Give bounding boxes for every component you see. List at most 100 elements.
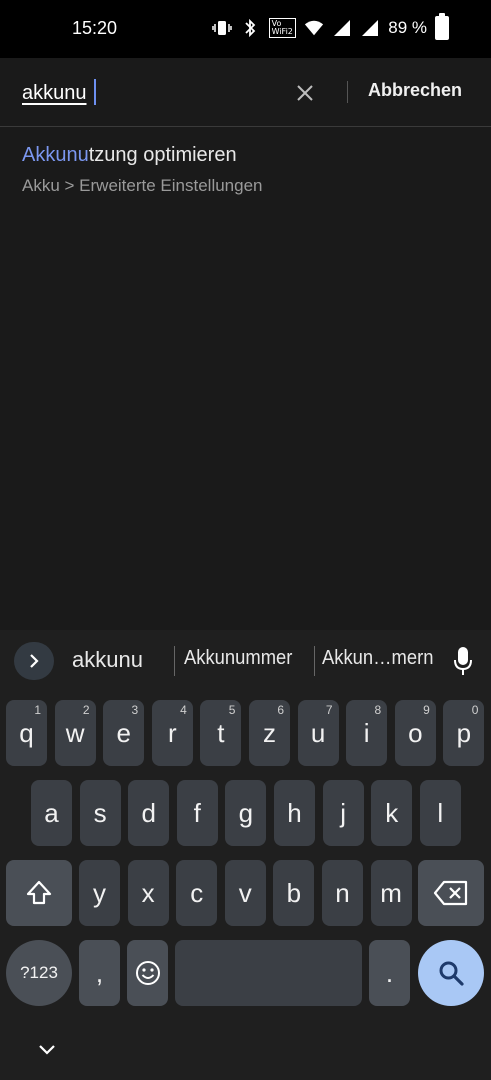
key-hint: 2 xyxy=(82,703,90,717)
suggestion-3[interactable]: Akkun…mern xyxy=(322,647,433,670)
key-c[interactable]: c xyxy=(176,860,218,926)
key-m[interactable]: m xyxy=(370,860,412,926)
key-label: k xyxy=(385,797,399,828)
voice-input-button[interactable] xyxy=(449,644,477,678)
battery-icon xyxy=(435,13,449,40)
key-label: x xyxy=(141,877,155,908)
key-n[interactable]: n xyxy=(322,860,363,926)
microphone-icon xyxy=(454,647,472,675)
shift-key[interactable] xyxy=(6,860,72,926)
result-title-highlight: Akkunu xyxy=(22,144,89,166)
battery-percent: 89 % xyxy=(388,18,427,37)
status-bar: 15:20 Vo WiFi2 89 % xyxy=(0,0,491,58)
key-label: z xyxy=(263,717,276,748)
key-z[interactable]: z6 xyxy=(249,700,290,766)
period-key[interactable]: . xyxy=(369,940,410,1006)
key-hint: 5 xyxy=(228,703,236,717)
key-label: s xyxy=(93,797,107,828)
comma-key[interactable]: , xyxy=(79,940,120,1006)
key-e[interactable]: e3 xyxy=(103,700,145,766)
key-hint: 1 xyxy=(34,703,41,717)
signal-icon xyxy=(332,17,352,39)
key-hint: 8 xyxy=(374,703,382,717)
symbols-key[interactable]: ?123 xyxy=(6,940,72,1006)
key-label: o xyxy=(408,717,423,748)
key-label: v xyxy=(238,877,252,908)
key-label: w xyxy=(65,717,85,748)
search-input[interactable] xyxy=(22,78,282,108)
backspace-key[interactable] xyxy=(418,860,484,926)
key-h[interactable]: h xyxy=(274,780,315,846)
key-label: g xyxy=(238,797,254,828)
key-g[interactable]: g xyxy=(225,780,267,846)
key-label: q xyxy=(19,717,34,748)
key-label: b xyxy=(286,877,302,908)
key-i[interactable]: i8 xyxy=(346,700,388,766)
key-label: i xyxy=(363,717,370,748)
key-w[interactable]: w2 xyxy=(54,700,96,766)
key-label: y xyxy=(93,877,106,908)
key-v[interactable]: v xyxy=(224,860,266,926)
search-result-item[interactable]: Akkunutzung optimieren Akku > Erweiterte… xyxy=(22,144,462,196)
key-d[interactable]: d xyxy=(128,780,170,846)
suggestion-divider xyxy=(314,646,315,676)
status-time: 15:20 xyxy=(72,18,118,38)
key-hint: 7 xyxy=(325,703,333,717)
clear-search-button[interactable] xyxy=(290,78,320,108)
key-label: p xyxy=(456,717,472,748)
key-y[interactable]: y xyxy=(79,860,120,926)
search-key[interactable] xyxy=(418,940,484,1006)
key-p[interactable]: p0 xyxy=(443,700,485,766)
shift-icon xyxy=(26,880,52,905)
key-label: u xyxy=(310,717,326,748)
key-hint: 6 xyxy=(277,703,284,717)
key-u[interactable]: u7 xyxy=(297,700,339,766)
key-l[interactable]: l xyxy=(419,780,461,846)
key-label: a xyxy=(44,797,59,828)
backspace-icon xyxy=(433,880,468,906)
key-hint: 4 xyxy=(180,703,187,717)
suggestion-strip: akkunu Akkunummer Akkun…mern xyxy=(0,630,491,692)
search-divider xyxy=(347,81,348,103)
suggestion-2[interactable]: Akkunummer xyxy=(184,647,292,670)
key-label: m xyxy=(380,877,402,908)
key-t[interactable]: t5 xyxy=(200,700,242,766)
signal-icon-2 xyxy=(360,17,380,39)
key-k[interactable]: k xyxy=(371,780,413,846)
key-label: n xyxy=(335,877,350,908)
toolbar-expand-button[interactable] xyxy=(14,642,54,680)
key-hint: 3 xyxy=(131,703,139,717)
suggestion-1[interactable]: akkunu xyxy=(72,647,143,673)
key-label: j xyxy=(340,797,346,828)
cancel-button[interactable]: Abbrechen xyxy=(368,80,462,101)
key-j[interactable]: j xyxy=(322,780,364,846)
key-label: l xyxy=(437,797,444,828)
key-o[interactable]: o9 xyxy=(394,700,436,766)
key-a[interactable]: a xyxy=(31,780,72,846)
key-q[interactable]: q1 xyxy=(6,700,47,766)
volte-wifi-calling-icon: Vo WiFi2 xyxy=(268,17,296,39)
key-r[interactable]: r4 xyxy=(151,700,193,766)
space-key[interactable] xyxy=(175,940,362,1006)
key-s[interactable]: s xyxy=(79,780,121,846)
key-label: t xyxy=(217,717,225,748)
hide-keyboard-button[interactable] xyxy=(34,1040,60,1060)
key-label: f xyxy=(193,797,201,828)
bluetooth-icon xyxy=(240,17,260,39)
status-icons: Vo WiFi2 89 % xyxy=(212,13,449,40)
result-title: Akkunutzung optimieren xyxy=(22,144,462,167)
key-x[interactable]: x xyxy=(127,860,169,926)
key-b[interactable]: b xyxy=(273,860,315,926)
emoji-key[interactable] xyxy=(127,940,168,1006)
vibrate-icon xyxy=(212,17,232,39)
key-label: c xyxy=(190,877,204,908)
key-f[interactable]: f xyxy=(176,780,218,846)
suggestion-divider xyxy=(174,646,175,676)
key-hint: 0 xyxy=(471,703,479,717)
key-label: r xyxy=(167,717,177,748)
emoji-icon xyxy=(135,961,160,985)
key-hint: 9 xyxy=(423,703,430,717)
search-icon xyxy=(439,961,464,986)
chevron-right-icon xyxy=(30,654,39,668)
result-path: Akku > Erweiterte Einstellungen xyxy=(22,176,263,195)
